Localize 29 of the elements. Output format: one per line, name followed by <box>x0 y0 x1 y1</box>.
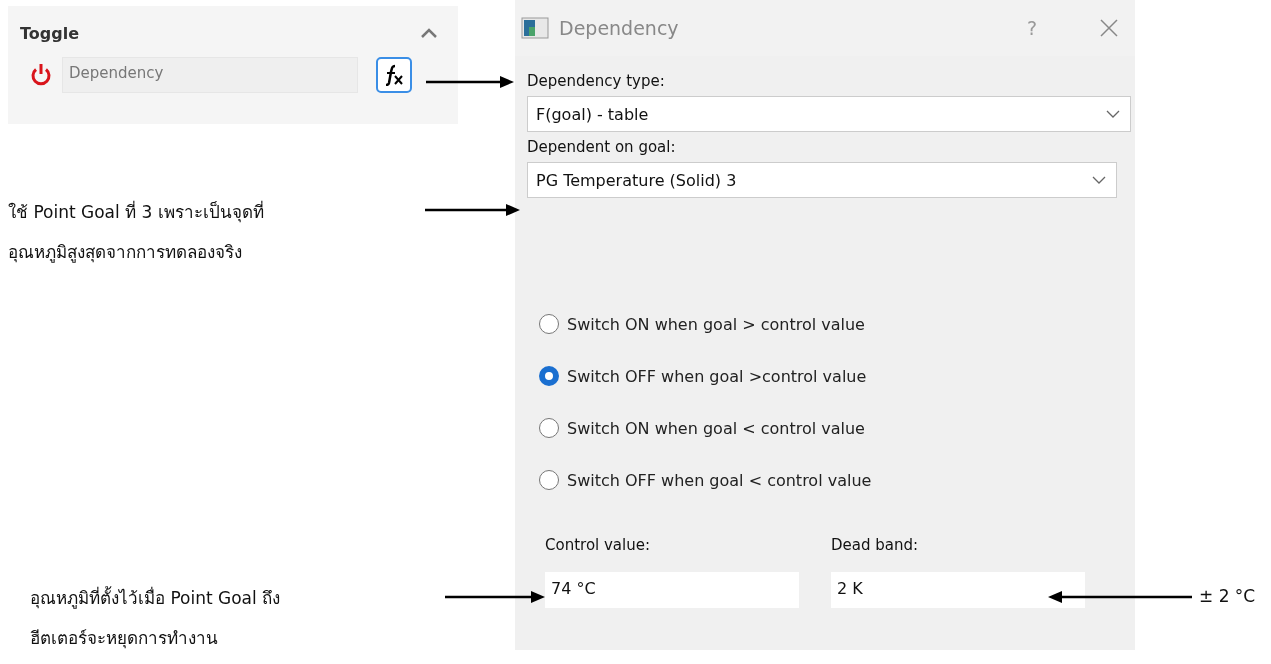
power-icon[interactable] <box>30 63 52 87</box>
dialog-title: Dependency <box>559 17 680 39</box>
input-field[interactable]: 74 °C <box>545 572 799 608</box>
panel-title: Toggle <box>20 24 80 43</box>
field-label: Dead band: <box>831 536 920 554</box>
function-button[interactable] <box>376 57 412 93</box>
annotation-text: ± 2 °C <box>1199 585 1256 608</box>
radio-button[interactable] <box>539 366 559 386</box>
chevron-down-icon <box>1092 176 1106 184</box>
dropdown[interactable]: PG Temperature (Solid) 3 <box>527 162 1117 198</box>
field-label: Dependent on goal: <box>527 138 677 156</box>
radio-button[interactable] <box>539 418 559 438</box>
chevron-down-icon <box>1106 110 1120 118</box>
annotation-text: อุณหภูมิที่ตั้งไว้เมื่อ Point Goal ถึง ฮีตเตอร์จะหยุดการทำงาน <box>30 585 281 651</box>
radio-label[interactable]: Switch OFF when goal >control value <box>567 366 867 386</box>
dropdown[interactable]: F(goal) - table <box>527 96 1131 132</box>
radio-label[interactable]: Switch ON when goal < control value <box>567 418 865 438</box>
annotation-text: ใช้ Point Goal ที่ 3 เพราะเป็นจุดที่ อุณหภูมิสูงสุดจากการทดลองจริง <box>8 199 264 265</box>
radio-label[interactable]: Switch OFF when goal < control value <box>567 470 872 490</box>
radio-button[interactable] <box>539 314 559 334</box>
radio-button[interactable] <box>539 470 559 490</box>
chevron-up-icon[interactable] <box>420 28 438 39</box>
radio-label[interactable]: Switch ON when goal > control value <box>567 314 865 334</box>
field-label: Control value: <box>545 536 651 554</box>
close-icon[interactable] <box>1099 18 1119 38</box>
window-icon <box>521 17 549 39</box>
function-icon <box>383 64 405 86</box>
input-field[interactable]: 2 K <box>831 572 1085 608</box>
field-label: Dependency type: <box>527 72 666 90</box>
